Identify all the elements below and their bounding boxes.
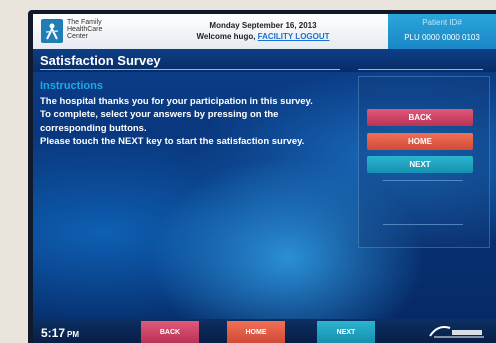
hospital-logo-icon <box>41 19 63 43</box>
title-bar: Satisfaction Survey <box>33 49 496 72</box>
footer-next-button[interactable]: NEXT <box>317 321 375 343</box>
facility-logout-link[interactable]: FACILITY LOGOUT <box>258 32 330 41</box>
kiosk-screen: The Family HealthCare Center Monday Sept… <box>33 14 496 343</box>
title-underline <box>40 69 340 70</box>
side-next-button[interactable]: NEXT <box>367 156 473 173</box>
brand-logo-icon <box>418 321 488 341</box>
clock-time: 5:17 <box>41 326 66 340</box>
clock: 5:17 PM <box>41 324 79 342</box>
instruction-line: The hospital thanks you for your partici… <box>40 96 313 107</box>
top-header: The Family HealthCare Center Monday Sept… <box>33 14 496 49</box>
title-divider <box>358 69 483 70</box>
page-title: Satisfaction Survey <box>40 53 161 68</box>
instruction-line: Please touch the NEXT key to start the s… <box>40 135 305 147</box>
side-divider <box>383 180 463 181</box>
instructions-heading: Instructions <box>40 80 103 92</box>
hospital-name: The Family HealthCare Center <box>67 19 103 40</box>
main-content: Instructions The hospital thanks you for… <box>33 72 496 319</box>
bottom-bar: 5:17 PM BACK HOME NEXT <box>33 319 496 343</box>
welcome-message: Welcome hugo, FACILITY LOGOUT <box>143 32 383 41</box>
clock-ampm: PM <box>67 330 80 339</box>
patient-id-value: PLU 0000 0000 0103 <box>404 33 480 42</box>
instruction-line: To complete, select your answers by pres… <box>40 109 279 134</box>
footer-home-button[interactable]: HOME <box>227 321 285 343</box>
welcome-text: Welcome hugo, <box>196 32 258 41</box>
side-back-button[interactable]: BACK <box>367 109 473 126</box>
footer-back-button[interactable]: BACK <box>141 321 199 343</box>
patient-id-panel: Patient ID# PLU 0000 0000 0103 <box>388 14 496 49</box>
current-date: Monday September 16, 2013 <box>209 21 317 30</box>
instructions-text: The hospital thanks you for your partici… <box>40 95 340 148</box>
side-home-button[interactable]: HOME <box>367 133 473 150</box>
side-divider <box>383 224 463 225</box>
patient-id-label: Patient ID# <box>422 18 462 27</box>
